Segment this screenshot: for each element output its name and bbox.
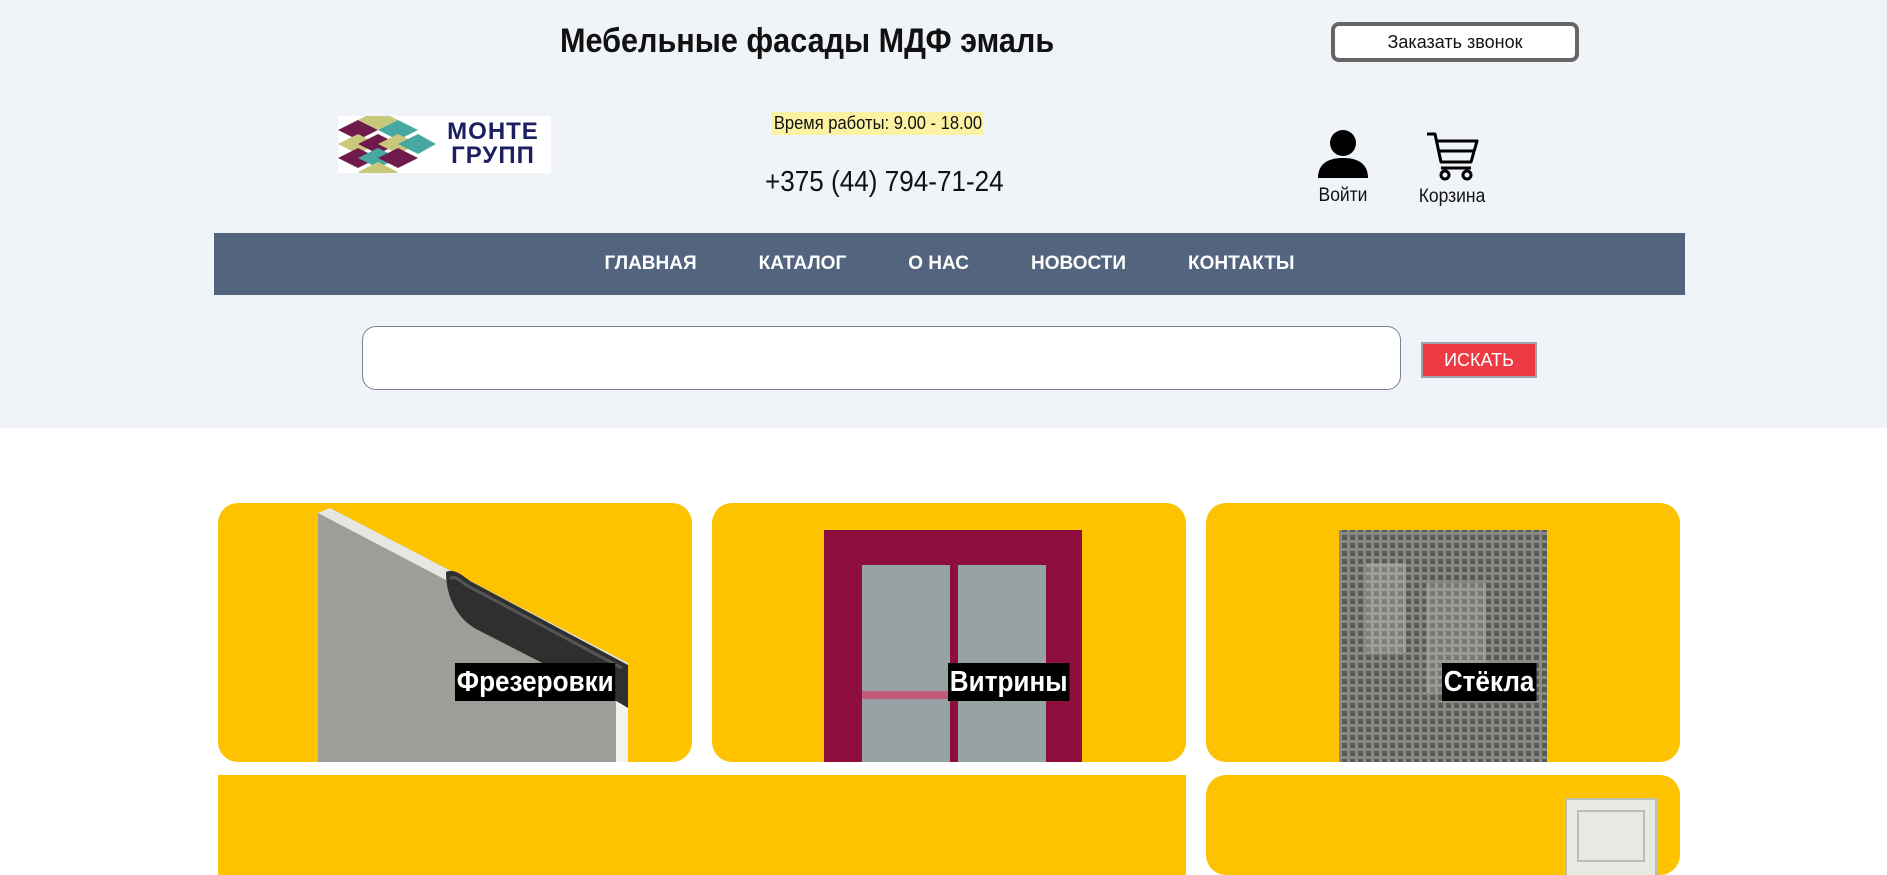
search-button[interactable]: ИСКАТЬ <box>1421 342 1537 378</box>
login-label: Войти <box>1318 185 1368 206</box>
working-hours: Время работы: 9.00 - 18.00 <box>772 112 984 135</box>
logo[interactable]: МОНТЕ ГРУПП <box>338 116 551 173</box>
nav-item-about[interactable]: О НАС <box>908 253 969 275</box>
cart-label: Корзина <box>1418 186 1486 207</box>
category-label-milling: Фрезеровки <box>455 663 616 701</box>
nav-item-catalog[interactable]: КАТАЛОГ <box>759 253 847 275</box>
panel-door-image <box>1565 798 1657 875</box>
textured-glass-image <box>1339 530 1547 762</box>
search-input[interactable] <box>362 326 1401 390</box>
logo-text-line1: МОНТЕ <box>447 118 539 145</box>
milling-profile-image <box>318 508 628 762</box>
nav-item-home[interactable]: ГЛАВНАЯ <box>604 253 696 275</box>
main-nav: ГЛАВНАЯ КАТАЛОГ О НАС НОВОСТИ КОНТАКТЫ <box>214 233 1685 295</box>
phone-number[interactable]: +375 (44) 794-71-24 <box>765 166 1004 199</box>
cart-icon <box>1427 132 1479 181</box>
logo-text-line2: ГРУПП <box>451 142 535 169</box>
category-card-wide[interactable] <box>218 775 1186 875</box>
category-card-showcase[interactable]: Витрины <box>712 503 1186 762</box>
order-call-button[interactable]: Заказать звонок <box>1331 22 1579 62</box>
category-card-door[interactable] <box>1206 775 1680 875</box>
login-link[interactable]: Войти <box>1311 128 1375 207</box>
user-icon <box>1318 130 1368 178</box>
logo-diamonds-icon <box>338 116 436 173</box>
cart-link[interactable]: Корзина <box>1412 131 1492 208</box>
glass-cabinet-door-image <box>824 530 1082 762</box>
category-card-glass[interactable]: Стёкла <box>1206 503 1680 762</box>
nav-item-contacts[interactable]: КОНТАКТЫ <box>1188 253 1295 275</box>
nav-item-news[interactable]: НОВОСТИ <box>1031 253 1126 275</box>
category-label-glass: Стёкла <box>1442 663 1537 701</box>
page-title: Мебельные фасады МДФ эмаль <box>560 22 1055 60</box>
category-label-showcase: Витрины <box>948 663 1070 701</box>
category-card-milling[interactable]: Фрезеровки <box>218 503 692 762</box>
